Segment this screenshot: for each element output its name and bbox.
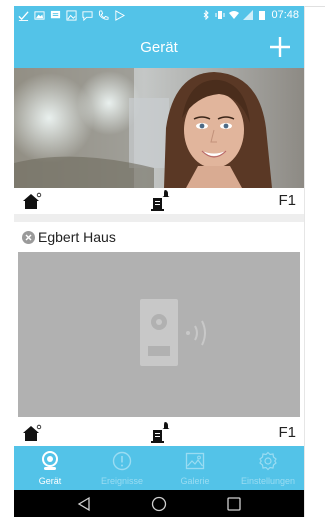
wifi-icon <box>229 11 240 19</box>
android-nav-bar <box>14 490 304 517</box>
status-bar: 07:48 <box>14 6 304 27</box>
gallery-icon <box>185 452 205 470</box>
remove-device-button[interactable] <box>22 231 35 244</box>
clock: 07:48 <box>271 9 299 21</box>
system-status: 07:48 <box>201 9 299 21</box>
device-card[interactable]: F1 <box>14 68 304 214</box>
chat-icon <box>82 11 93 21</box>
image-notification-icon <box>34 11 45 20</box>
door-unlock-icon[interactable] <box>150 421 172 443</box>
check-icon <box>18 11 29 21</box>
window-edge-top <box>305 6 325 7</box>
device-name: Egbert Haus <box>38 229 116 245</box>
tab-galerie[interactable]: Galerie <box>159 446 231 490</box>
vibrate-icon <box>215 11 225 19</box>
notification-icons <box>18 10 125 21</box>
phone-icon <box>98 10 109 20</box>
device-card[interactable]: Egbert Haus F1 <box>14 222 304 446</box>
camera-icon <box>42 451 58 470</box>
gear-icon <box>259 451 277 471</box>
back-icon[interactable] <box>76 496 92 512</box>
camera-placeholder[interactable] <box>18 252 300 417</box>
battery-icon <box>259 11 266 20</box>
app-bar: Gerät <box>14 27 304 68</box>
floor-label: F1 <box>278 192 296 209</box>
alert-icon <box>112 451 132 471</box>
tab-einstellungen[interactable]: Einstellungen <box>232 446 304 490</box>
device-controls: F1 <box>14 188 304 214</box>
doorbell-icon <box>140 299 206 366</box>
divider <box>14 214 304 222</box>
window-edge <box>304 6 305 517</box>
tab-label: Einstellungen <box>240 476 296 486</box>
floor-label: F1 <box>278 424 296 441</box>
home-icon[interactable] <box>22 192 42 210</box>
tab-label: Ereignisse <box>100 476 144 486</box>
tab-label: Galerie <box>180 476 210 486</box>
camera-preview-image[interactable] <box>14 68 304 188</box>
close-icon <box>25 234 32 241</box>
bluetooth-icon <box>204 10 210 20</box>
device-header: Egbert Haus <box>14 222 304 252</box>
tab-ereignisse[interactable]: Ereignisse <box>86 446 158 490</box>
bottom-tab-bar: Gerät Ereignisse Galerie Einstellungen <box>14 446 304 490</box>
signal-icon <box>243 10 254 20</box>
door-unlock-icon[interactable] <box>150 189 172 211</box>
recents-icon[interactable] <box>226 496 242 512</box>
tab-geraet[interactable]: Gerät <box>14 446 86 490</box>
phone-screen: 07:48 Gerät F1 Egbert Haus F1 Gerät Erei… <box>14 6 304 517</box>
home-nav-icon[interactable] <box>151 496 167 512</box>
home-icon[interactable] <box>22 424 42 442</box>
page-title: Gerät <box>140 39 178 56</box>
tab-label: Gerät <box>38 476 62 486</box>
message-icon <box>50 10 61 19</box>
device-controls: F1 <box>14 420 304 446</box>
play-icon <box>115 10 125 21</box>
add-icon[interactable] <box>268 35 292 59</box>
gallery-notification-icon <box>66 10 77 21</box>
